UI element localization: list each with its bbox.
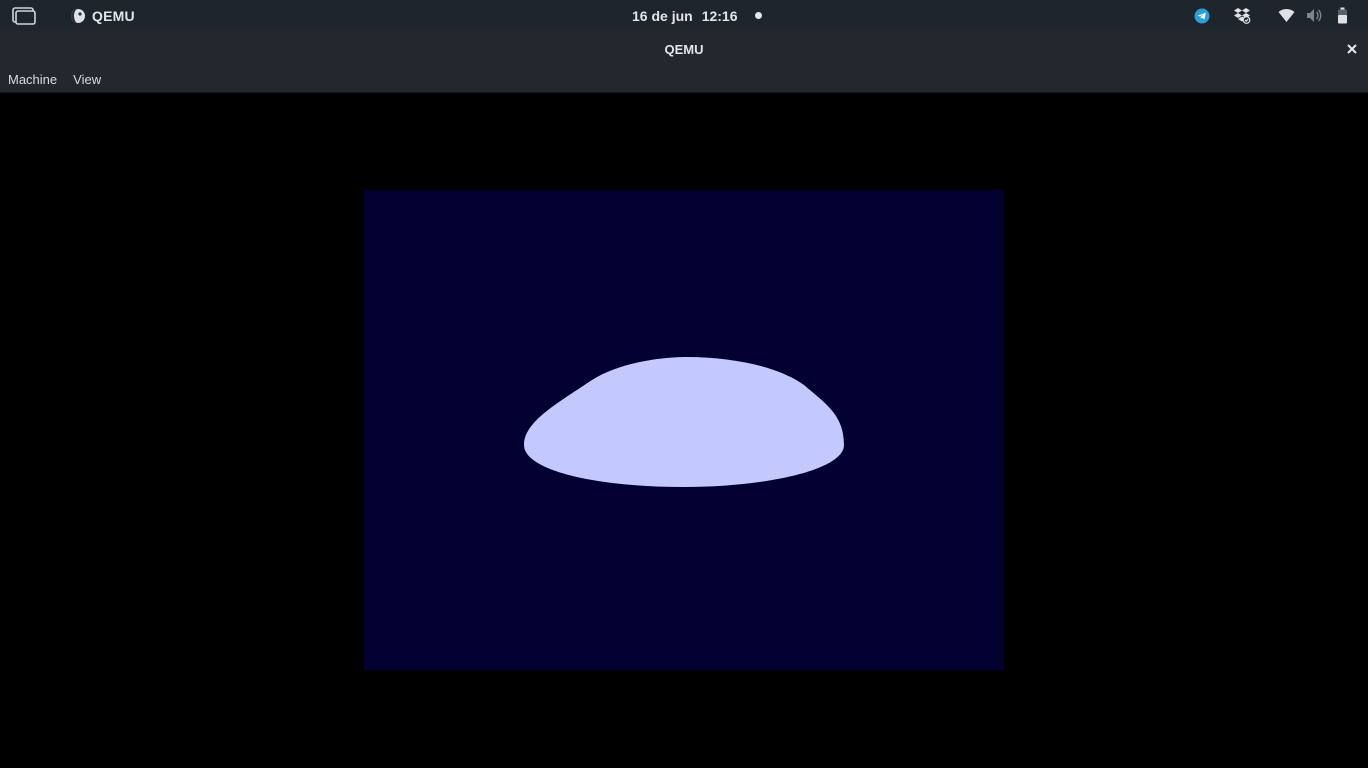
guest-blob-shape [524, 357, 844, 487]
vm-display-area[interactable] [0, 93, 1368, 768]
guest-screen[interactable] [364, 190, 1004, 670]
activities-icon[interactable] [12, 7, 36, 25]
menu-view[interactable]: View [65, 72, 109, 87]
window-title: QEMU [664, 41, 704, 57]
window-titlebar[interactable]: QEMU [0, 31, 1368, 67]
app-menu[interactable]: QEMU [70, 0, 135, 31]
qemu-app-icon [70, 8, 86, 24]
close-icon[interactable] [1344, 41, 1360, 57]
guest-graphics [524, 357, 844, 487]
clock-time: 12:16 [701, 7, 738, 24]
menu-machine[interactable]: Machine [0, 72, 65, 87]
telegram-icon[interactable] [1194, 8, 1210, 24]
notification-dot-icon [754, 12, 762, 19]
wifi-icon[interactable] [1278, 7, 1295, 24]
system-top-bar: QEMU 16 de jun 12:16 [0, 0, 1368, 31]
volume-icon[interactable] [1306, 7, 1324, 24]
app-name-label: QEMU [92, 7, 135, 24]
clock-date: 16 de jun [632, 7, 693, 24]
clock[interactable]: 16 de jun 12:16 [632, 0, 762, 31]
menubar: Machine View [0, 67, 1368, 93]
dropbox-icon[interactable] [1233, 7, 1251, 24]
battery-icon[interactable] [1337, 7, 1348, 24]
